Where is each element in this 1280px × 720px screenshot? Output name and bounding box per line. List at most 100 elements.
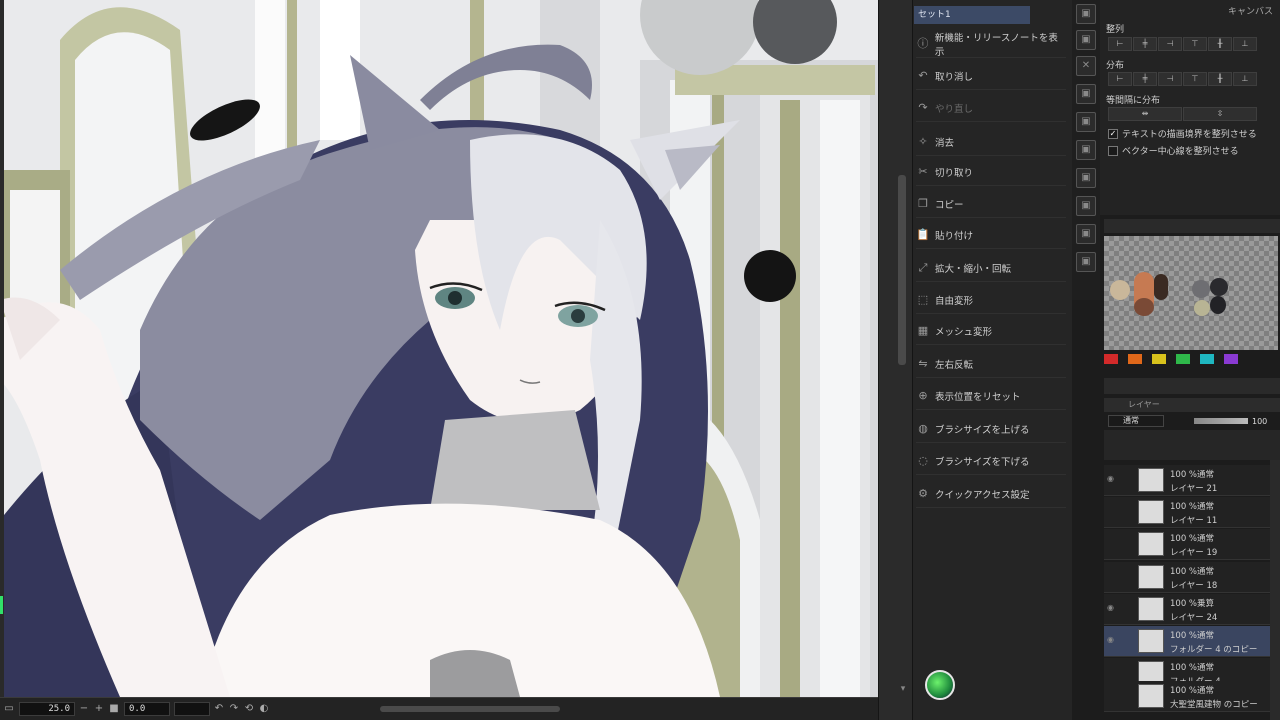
zoom-field[interactable]: 25.0 bbox=[19, 702, 75, 716]
color-blob[interactable] bbox=[1210, 296, 1226, 314]
rotation-field[interactable]: 0.0 bbox=[124, 702, 170, 716]
color-blob[interactable] bbox=[1154, 274, 1168, 300]
align-bottom-icon[interactable]: ⊥ bbox=[1233, 37, 1257, 51]
command-item[interactable]: ⊕ 表示位置をリセット bbox=[916, 382, 1066, 410]
eye-icon[interactable] bbox=[1107, 507, 1117, 515]
rotate-left-icon[interactable]: ↶ bbox=[213, 703, 225, 715]
command-item[interactable]: ↷ やり直し bbox=[916, 94, 1066, 122]
vector-center-option[interactable]: ベクター中心線を整列させる bbox=[1108, 144, 1239, 157]
panel-icon-8[interactable]: ▣ bbox=[1076, 196, 1096, 216]
command-item[interactable]: ▦ メッシュ変形 bbox=[916, 317, 1066, 345]
panel-icon-3[interactable]: ✕ bbox=[1076, 56, 1096, 76]
quick-access-set-tab[interactable]: セット1 bbox=[914, 6, 1030, 24]
equal-spacing-h-icon[interactable]: ⇹ bbox=[1108, 107, 1182, 121]
distribute-right-icon[interactable]: ⊣ bbox=[1158, 72, 1182, 86]
color-swatch[interactable] bbox=[1128, 354, 1142, 364]
command-item[interactable]: ✂ 切り取り bbox=[916, 158, 1066, 186]
color-swatch[interactable] bbox=[1200, 354, 1214, 364]
distribute-left-icon[interactable]: ⊢ bbox=[1108, 72, 1132, 86]
eye-icon[interactable]: ◉ bbox=[1107, 475, 1117, 483]
horizontal-scrollbar-thumb[interactable] bbox=[380, 706, 560, 712]
align-top-icon[interactable]: ⊤ bbox=[1183, 37, 1207, 51]
navigator-icon[interactable]: ▭ bbox=[3, 703, 15, 715]
rotation-slider[interactable] bbox=[174, 702, 210, 716]
panel-icon-5[interactable]: ▣ bbox=[1076, 112, 1096, 132]
zoom-out-icon[interactable]: − bbox=[78, 703, 90, 715]
command-item[interactable]: ↶ 取り消し bbox=[916, 62, 1066, 90]
color-swatch[interactable] bbox=[1152, 354, 1166, 364]
panel-icon-9[interactable]: ▣ bbox=[1076, 224, 1096, 244]
layer-row[interactable]: 100 %通常 レイヤー 11 bbox=[1104, 497, 1270, 528]
panel-icon-2[interactable]: ▣ bbox=[1076, 30, 1096, 50]
command-item[interactable]: ⬚ 自由変形 bbox=[916, 286, 1066, 314]
color-palette-canvas[interactable] bbox=[1104, 236, 1278, 350]
layer-row[interactable]: ◉ 100 %通常 レイヤー 21 bbox=[1104, 465, 1270, 496]
layer-row[interactable]: 100 %通常 レイヤー 19 bbox=[1104, 529, 1270, 560]
distribute-top-icon[interactable]: ⊤ bbox=[1183, 72, 1207, 86]
eye-icon[interactable]: ◉ bbox=[1107, 636, 1117, 644]
zoom-in-icon[interactable]: + bbox=[93, 703, 105, 715]
reset-rotation-icon[interactable]: ⟲ bbox=[243, 703, 255, 715]
command-label: 新機能・リリースノートを表示 bbox=[934, 32, 1058, 58]
align-right-icon[interactable]: ⊣ bbox=[1158, 37, 1182, 51]
command-item[interactable]: 📋 貼り付け bbox=[916, 221, 1066, 249]
layer-row[interactable]: 100 %通常 大聖堂風建物 のコピー bbox=[1104, 681, 1270, 712]
distribute-hcenter-icon[interactable]: ╪ bbox=[1133, 72, 1157, 86]
text-bounds-option[interactable]: ✓ テキストの描画境界を整列させる bbox=[1108, 127, 1257, 140]
panel-icon-4[interactable]: ▣ bbox=[1076, 84, 1096, 104]
eye-icon[interactable] bbox=[1107, 668, 1117, 676]
panel-icon-7[interactable]: ▣ bbox=[1076, 168, 1096, 188]
scroll-down-icon[interactable]: ▾ bbox=[898, 684, 908, 694]
canvas-label[interactable]: キャンバス bbox=[1228, 4, 1273, 17]
command-item[interactable]: ⓘ 新機能・リリースノートを表示 bbox=[916, 30, 1066, 58]
distribute-bottom-icon[interactable]: ⊥ bbox=[1233, 72, 1257, 86]
color-blob[interactable] bbox=[1110, 280, 1130, 300]
scrollbar-thumb[interactable] bbox=[898, 175, 906, 365]
color-blob[interactable] bbox=[1210, 278, 1228, 296]
color-swatch[interactable] bbox=[1224, 354, 1238, 364]
canvas-vertical-scrollbar[interactable] bbox=[878, 0, 912, 720]
color-swatch[interactable] bbox=[1176, 354, 1190, 364]
eye-icon[interactable] bbox=[1107, 691, 1117, 699]
panel-icon-1[interactable]: ▣ bbox=[1076, 4, 1096, 24]
color-swatch[interactable] bbox=[1104, 354, 1118, 364]
blend-mode-select[interactable]: 通常 bbox=[1108, 415, 1164, 427]
opacity-slider[interactable] bbox=[1194, 418, 1248, 424]
eye-icon[interactable]: ◉ bbox=[1107, 604, 1117, 612]
command-item[interactable]: ❐ コピー bbox=[916, 190, 1066, 218]
command-item[interactable]: ✧ 消去 bbox=[916, 128, 1066, 156]
checkbox-vector-center[interactable] bbox=[1108, 145, 1118, 156]
command-item[interactable]: ◌ ブラシサイズを下げる bbox=[916, 447, 1066, 475]
drawing-canvas[interactable] bbox=[0, 0, 878, 697]
globe-icon[interactable] bbox=[925, 670, 955, 700]
command-item[interactable]: ⤢ 拡大・縮小・回転 bbox=[916, 254, 1066, 282]
command-item[interactable]: ◍ ブラシサイズを上げる bbox=[916, 415, 1066, 443]
rotate-right-icon[interactable]: ↷ bbox=[228, 703, 240, 715]
align-vcenter-icon[interactable]: ╫ bbox=[1208, 37, 1232, 51]
panel-icon-10[interactable]: ▣ bbox=[1076, 252, 1096, 272]
color-blob[interactable] bbox=[1192, 280, 1210, 298]
command-item[interactable]: ⇋ 左右反転 bbox=[916, 350, 1066, 378]
layer-row[interactable]: ◉ 100 %通常 フォルダー 4 のコピー bbox=[1104, 626, 1270, 657]
command-label: 表示位置をリセット bbox=[935, 391, 1021, 403]
command-label: ブラシサイズを下げる bbox=[935, 456, 1030, 468]
align-hcenter-icon[interactable]: ╪ bbox=[1133, 37, 1157, 51]
layer-name: レイヤー 19 bbox=[1170, 548, 1218, 558]
flip-view-icon[interactable]: ◐ bbox=[258, 703, 270, 715]
fit-icon[interactable]: ■ bbox=[108, 703, 120, 715]
opacity-value: 100 bbox=[1252, 416, 1268, 426]
eye-icon[interactable] bbox=[1107, 572, 1117, 580]
layer-row[interactable]: ◉ 100 %乗算 レイヤー 24 bbox=[1104, 594, 1270, 625]
color-blob[interactable] bbox=[1194, 300, 1210, 316]
equal-spacing-v-icon[interactable]: ⇳ bbox=[1183, 107, 1257, 121]
color-blob[interactable] bbox=[1134, 298, 1154, 316]
checkbox-text-bounds[interactable]: ✓ bbox=[1108, 128, 1118, 139]
layer-panel-tab[interactable]: レイヤー bbox=[1104, 398, 1280, 412]
panel-icon-6[interactable]: ▣ bbox=[1076, 140, 1096, 160]
layer-row[interactable]: 100 %通常 レイヤー 18 bbox=[1104, 562, 1270, 593]
layer-scrollbar[interactable] bbox=[1270, 460, 1280, 720]
eye-icon[interactable] bbox=[1107, 539, 1117, 547]
command-item[interactable]: ⚙ クイックアクセス設定 bbox=[916, 480, 1066, 508]
distribute-vcenter-icon[interactable]: ╫ bbox=[1208, 72, 1232, 86]
align-left-icon[interactable]: ⊢ bbox=[1108, 37, 1132, 51]
